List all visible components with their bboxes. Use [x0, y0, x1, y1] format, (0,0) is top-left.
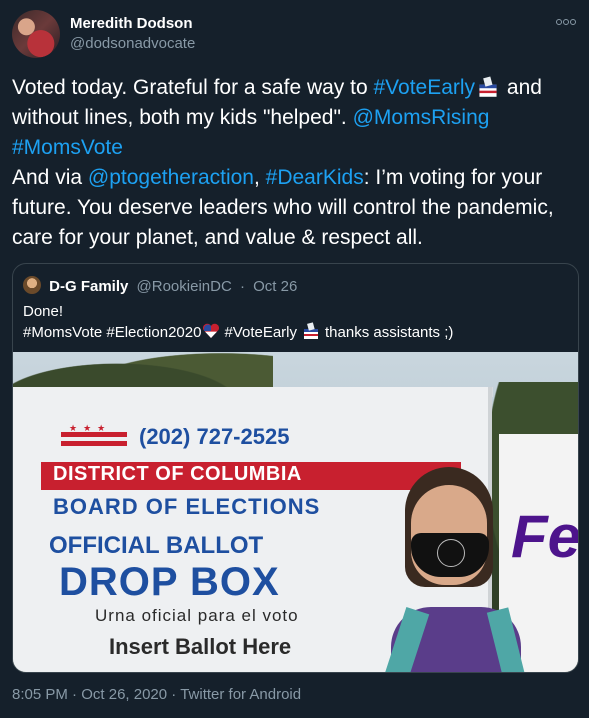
voter-person	[384, 467, 526, 672]
tweet-text-segment: And via	[12, 166, 83, 189]
us-heart-icon	[203, 323, 220, 338]
mention-link[interactable]: @ptogetheraction	[88, 166, 254, 189]
tweet-footer: 8:05 PM · Oct 26, 2020 · Twitter for And…	[12, 686, 301, 703]
quoted-tweet-header: D-G Family @RookieinDC · Oct 26	[23, 276, 297, 295]
footer-separator-2: ·	[171, 686, 177, 703]
drop-box-spanish: Urna oficial para el voto	[95, 606, 299, 625]
quoted-date[interactable]: Oct 26	[253, 278, 297, 295]
quoted-author-handle[interactable]: @RookieinDC	[137, 278, 232, 295]
mask-logo-icon	[437, 539, 465, 567]
dc-flag: ★★★	[61, 424, 127, 450]
author-handle[interactable]: @dodsonadvocate	[70, 35, 195, 52]
tweet-text: Voted today. Grateful for a safe way to …	[12, 73, 580, 253]
tweet-header: Meredith Dodson @dodsonadvocate	[12, 10, 577, 60]
drop-box-board: BOARD OF ELECTIONS	[53, 494, 321, 519]
tweet-time[interactable]: 8:05 PM	[12, 686, 68, 703]
ballot-box-icon	[304, 322, 318, 339]
tweet-client[interactable]: Twitter for Android	[180, 686, 301, 703]
drop-box-district: DISTRICT OF COLUMBIA	[53, 463, 302, 485]
quoted-hashtag-voteearly[interactable]: #VoteEarly	[224, 324, 297, 341]
drop-box-title: DROP BOX	[59, 560, 280, 604]
quoted-author-name[interactable]: D-G Family	[49, 278, 128, 295]
quoted-author-avatar[interactable]	[23, 276, 41, 294]
tweet-date[interactable]: Oct 26, 2020	[81, 686, 167, 703]
quoted-tweet-text: Done! #MomsVote #Election2020 #VoteEarly t…	[23, 302, 563, 343]
quoted-photo[interactable]: ★★★ (202) 727-2525 DISTRICT OF COLUMBIA …	[13, 352, 578, 672]
truck-logo: Fe	[511, 503, 578, 570]
footer-separator-1: ·	[72, 686, 78, 703]
author-name[interactable]: Meredith Dodson	[70, 15, 193, 32]
quoted-hashtags[interactable]: #MomsVote #Election2020	[23, 324, 201, 341]
quoted-line-1: Done!	[23, 303, 64, 320]
hashtag-link[interactable]: #MomsVote	[12, 136, 123, 159]
ballot-box-icon	[479, 76, 497, 97]
author-avatar[interactable]	[12, 10, 60, 58]
quoted-line-2: #MomsVote #Election2020 #VoteEarly thanks …	[23, 322, 563, 343]
quoted-separator: ·	[239, 278, 245, 295]
quoted-text-thanks: thanks assistants ;)	[325, 324, 454, 341]
quoted-tweet[interactable]: D-G Family @RookieinDC · Oct 26 Done! #M…	[12, 263, 579, 673]
hashtag-link[interactable]: #VoteEarly	[373, 76, 475, 99]
mention-link[interactable]: @MomsRising	[353, 106, 490, 129]
tweet-text-segment: ,	[253, 166, 266, 189]
hashtag-link[interactable]: #DearKids	[266, 166, 364, 189]
drop-box-official: OFFICIAL BALLOT	[49, 532, 264, 559]
drop-box-phone: (202) 727-2525	[139, 424, 290, 449]
more-options-icon[interactable]	[555, 12, 577, 26]
drop-box-insert: Insert Ballot Here	[109, 634, 292, 659]
tweet-text-segment: Voted today. Grateful for a safe way to	[12, 76, 374, 99]
